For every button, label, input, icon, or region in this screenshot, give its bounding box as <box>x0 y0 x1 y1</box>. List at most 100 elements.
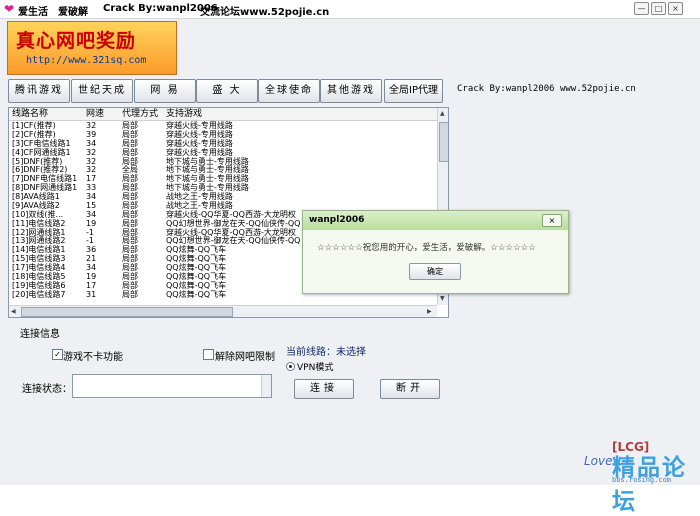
maximize-button[interactable]: □ <box>651 2 666 15</box>
no-lag-label: 游戏不卡功能 <box>63 352 123 363</box>
minimize-button[interactable]: — <box>634 2 649 15</box>
title-item-love-crack: 爱破解 <box>58 7 88 18</box>
table-row[interactable]: [4]CF网通线路1 32 局部 穿越火线-专用线路 <box>9 148 437 157</box>
vpn-mode-radio[interactable] <box>286 362 295 371</box>
scroll-right-icon[interactable]: ▶ <box>427 308 432 315</box>
row-supported-games: 穿越火线-专用线路 <box>166 121 233 130</box>
table-row[interactable]: [8]DNF网通线路1 33 局部 地下城与勇士-专用线路 <box>9 183 437 192</box>
row-proxy-mode: 局部 <box>122 138 138 148</box>
row-supported-games: 战地之王-专用线路 <box>166 200 233 210</box>
other-games-button[interactable]: 其他游戏 <box>320 79 382 103</box>
row-line-name: [8]AVA线路1 <box>12 192 60 201</box>
table-row[interactable]: [3]CF电信线路1 34 局部 穿越火线-专用线路 <box>9 139 437 148</box>
current-line-label: 当前线路：未选择 <box>286 347 366 358</box>
row-speed: 15 <box>86 200 97 210</box>
row-proxy-mode: 局部 <box>122 209 138 219</box>
dialog-title-bar[interactable]: wanpl2006 × <box>303 211 568 230</box>
dialog-title: wanpl2006 <box>309 215 365 225</box>
table-row[interactable]: [7]DNF电信线路1 17 局部 地下城与勇士-专用线路 <box>9 174 437 183</box>
tencent-games-button[interactable]: 腾讯游戏 <box>8 79 70 103</box>
row-proxy-mode: 局部 <box>122 174 138 184</box>
column-header-proxy[interactable]: 代理方式 <box>122 108 158 120</box>
dialog-ok-button[interactable]: 确定 <box>409 263 461 280</box>
row-line-name: [14]电信线路1 <box>12 245 66 255</box>
row-speed: 34 <box>86 263 97 272</box>
row-supported-games: 地下城与勇士-专用线路 <box>166 183 249 192</box>
row-proxy-mode: 局部 <box>122 218 138 228</box>
connect-button[interactable]: 连接 <box>294 379 354 399</box>
row-speed: 32 <box>86 147 97 157</box>
row-line-name: [20]电信线路7 <box>12 289 66 299</box>
row-line-name: [11]电信线路2 <box>12 218 66 228</box>
message-dialog: wanpl2006 × ☆☆☆☆☆☆祝您用的开心，爱生活，爱破解。☆☆☆☆☆☆ … <box>302 210 569 294</box>
close-button[interactable]: × <box>668 2 683 15</box>
table-row[interactable]: [5]DNF(推荐) 32 局部 地下城与勇士-专用线路 <box>9 157 437 166</box>
title-item-forum: 交流论坛www.52pojie.cn <box>200 7 330 18</box>
row-proxy-mode: 局部 <box>122 121 138 130</box>
banner-headline: 真心网吧奖励 <box>16 30 137 52</box>
netease-button[interactable]: 网 易 <box>134 79 196 103</box>
dialog-close-button[interactable]: × <box>542 214 562 227</box>
connection-info-title: 连接信息 <box>20 325 60 340</box>
row-speed: 34 <box>86 192 97 201</box>
row-proxy-mode: 局部 <box>122 271 138 281</box>
row-line-name: [17]电信线路4 <box>12 263 66 272</box>
column-header-games[interactable]: 支持游戏 <box>166 108 202 120</box>
row-line-name: [3]CF电信线路1 <box>12 138 71 148</box>
remove-limit-checkbox[interactable] <box>203 349 214 360</box>
row-line-name: [2]CF(推荐) <box>12 129 56 139</box>
row-speed: 31 <box>86 289 97 299</box>
global-ip-proxy-button[interactable]: 全局IP代理 <box>384 79 443 103</box>
century-games-button[interactable]: 世纪天成 <box>71 79 133 103</box>
table-row[interactable]: [8]AVA线路1 34 局部 战地之王-专用线路 <box>9 192 437 201</box>
column-header-name[interactable]: 线路名称 <box>12 108 48 120</box>
row-line-name: [12]网通线路1 <box>12 227 66 237</box>
disconnect-button[interactable]: 断开 <box>380 379 440 399</box>
row-proxy-mode: 局部 <box>122 245 138 255</box>
column-header-speed[interactable]: 网速 <box>86 108 104 120</box>
table-row[interactable]: [6]DNF(推荐2) 32 全局 地下城与勇士-专用线路 <box>9 165 437 174</box>
status-label: 连接状态： <box>22 384 72 395</box>
table-row[interactable]: [1]CF(推荐) 32 局部 穿越火线-专用线路 <box>9 121 437 130</box>
table-row[interactable]: [2]CF(推荐) 39 局部 穿越火线-专用线路 <box>9 130 437 139</box>
scroll-up-icon[interactable]: ▲ <box>440 110 445 117</box>
row-proxy-mode: 局部 <box>122 236 138 246</box>
horizontal-scrollbar[interactable]: ◀ ▶ <box>9 305 437 317</box>
status-scrollbar[interactable] <box>261 375 271 397</box>
table-row[interactable]: [9]AVA线路2 15 局部 战地之王-专用线路 <box>9 201 437 210</box>
row-speed: 19 <box>86 218 97 228</box>
row-speed: 17 <box>86 174 97 184</box>
no-lag-checkbox[interactable]: ✓ <box>52 349 63 360</box>
scroll-down-icon[interactable]: ▼ <box>440 295 445 302</box>
row-line-name: [1]CF(推荐) <box>12 121 56 130</box>
row-speed: 39 <box>86 129 97 139</box>
vertical-scroll-thumb[interactable] <box>439 122 448 162</box>
status-textbox[interactable] <box>72 374 272 398</box>
shanda-button[interactable]: 盛 大 <box>196 79 258 103</box>
dialog-message: ☆☆☆☆☆☆祝您用的开心，爱生活，爱破解。☆☆☆☆☆☆ <box>317 243 536 253</box>
row-proxy-mode: 局部 <box>122 183 138 192</box>
row-proxy-mode: 局部 <box>122 129 138 139</box>
scroll-left-icon[interactable]: ◀ <box>11 308 16 315</box>
row-line-name: [9]AVA线路2 <box>12 200 60 210</box>
horizontal-scroll-thumb[interactable] <box>21 307 233 317</box>
row-line-name: [8]DNF网通线路1 <box>12 183 78 192</box>
row-supported-games: 地下城与勇士-专用线路 <box>166 165 249 175</box>
ad-banner[interactable]: 真心网吧奖励 http://www.321sq.com <box>7 21 177 75</box>
row-supported-games: 穿越火线-专用线路 <box>166 129 233 139</box>
list-header: 线路名称 网速 代理方式 支持游戏 <box>9 108 437 121</box>
remove-limit-label: 解除网吧限制 <box>215 352 275 363</box>
row-line-name: [13]网通线路2 <box>12 236 66 246</box>
row-supported-games: 地下城与勇士-专用线路 <box>166 156 249 166</box>
row-supported-games: 战地之王-专用线路 <box>166 192 233 201</box>
row-proxy-mode: 全局 <box>122 165 138 175</box>
row-proxy-mode: 局部 <box>122 227 138 237</box>
row-line-name: [4]CF网通线路1 <box>12 147 71 157</box>
row-speed: 17 <box>86 280 97 290</box>
credit-text: Crack By:wanpl2006 www.52pojie.cn <box>457 84 636 94</box>
global-mission-button[interactable]: 全球使命 <box>258 79 320 103</box>
row-line-name: [6]DNF(推荐2) <box>12 165 68 175</box>
row-proxy-mode: 局部 <box>122 280 138 290</box>
vpn-mode-label: VPN模式 <box>297 363 334 373</box>
title-item-love-life: 爱生活 <box>18 7 48 18</box>
